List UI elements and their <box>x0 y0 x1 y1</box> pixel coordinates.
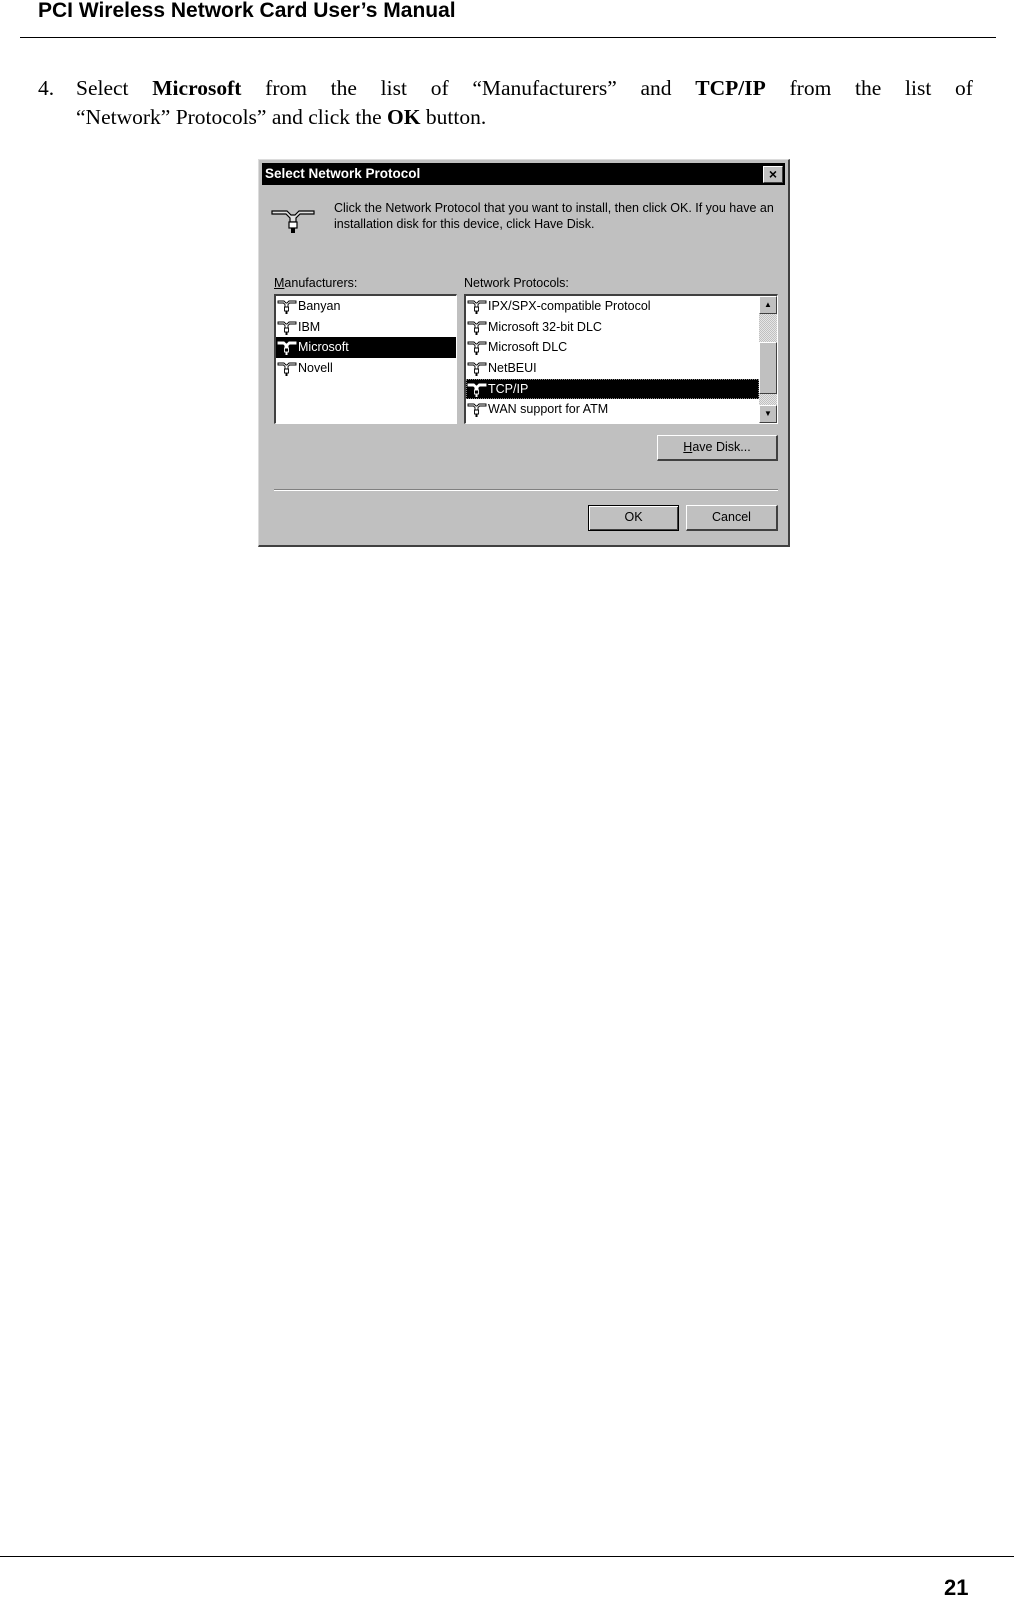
page-number: 21 <box>944 1575 969 1600</box>
list-item-label: IPX/SPX-compatible Protocol <box>488 299 651 313</box>
label-text: anufacturers: <box>284 276 358 290</box>
scroll-down-button[interactable]: ▼ <box>759 405 777 423</box>
list-item[interactable]: Microsoft 32-bit DLC <box>466 317 759 338</box>
button-label: ave Disk... <box>692 440 751 454</box>
scroll-up-button[interactable]: ▲ <box>759 296 777 314</box>
arrow-down-icon: ▼ <box>764 409 772 418</box>
list-item[interactable]: Novell <box>276 358 456 379</box>
close-button[interactable]: × <box>763 166 783 183</box>
network-protocols-label: Network Protocols: <box>464 276 569 290</box>
step-emphasis-microsoft: Microsoft <box>152 76 242 100</box>
network-protocols-list[interactable]: IPX/SPX-compatible Protocol Microsoft 32-… <box>464 294 778 424</box>
step-line-1: Select Microsoft from the list of “Manuf… <box>76 74 973 103</box>
instruction-step: 4. Select Microsoft from the list of “Ma… <box>38 74 973 132</box>
step-emphasis-ok: OK <box>387 105 421 129</box>
network-protocol-icon <box>467 341 487 356</box>
step-emphasis-tcpip: TCP/IP <box>695 76 766 100</box>
network-protocol-icon <box>271 210 315 233</box>
list-item-label: Microsoft <box>298 340 349 355</box>
list-item-label: Microsoft 32-bit DLC <box>488 319 602 334</box>
footer-divider <box>0 1556 1014 1557</box>
list-item-label: Banyan <box>298 299 341 313</box>
arrow-up-icon: ▲ <box>764 300 772 309</box>
list-item-label: IBM <box>298 319 321 334</box>
manufacturers-label: Manufacturers: <box>274 276 357 290</box>
step-number: 4. <box>38 76 55 100</box>
dialog-title: Select Network Protocol <box>265 166 421 181</box>
dialog-separator <box>274 489 778 491</box>
network-protocol-icon <box>467 321 487 335</box>
network-protocol-icon <box>277 341 297 356</box>
step-text-part: from the list of <box>765 76 973 100</box>
step-text-part: button. <box>420 105 487 129</box>
step-text-part: Select <box>76 76 153 100</box>
have-disk-button[interactable]: Have Disk... <box>657 435 778 461</box>
cancel-button[interactable]: Cancel <box>686 505 778 531</box>
list-item-label: NetBEUI <box>488 361 537 376</box>
list-item-label: Novell <box>298 361 333 376</box>
accelerator-key: M <box>274 276 285 290</box>
list-item[interactable]: Banyan <box>276 296 456 317</box>
list-item[interactable]: IBM <box>276 317 456 338</box>
list-item-label: TCP/IP <box>488 381 529 396</box>
list-item[interactable]: IPX/SPX-compatible Protocol <box>466 296 759 317</box>
list-item-label: WAN support for ATM <box>488 402 609 417</box>
close-icon: × <box>768 166 778 182</box>
network-protocol-icon <box>467 362 487 377</box>
scroll-thumb[interactable] <box>759 342 777 394</box>
list-item[interactable]: Microsoft DLC <box>466 337 759 358</box>
list-item[interactable]: Microsoft <box>276 337 456 359</box>
network-protocol-icon <box>467 383 487 397</box>
network-protocol-icon <box>277 300 297 314</box>
step-text-part: “Network” Protocols” and click the <box>76 105 388 129</box>
list-item[interactable]: WAN support for ATM <box>466 399 759 420</box>
step-text: Select Microsoft from the list of “Manuf… <box>76 74 973 132</box>
step-text-part: from the list of “Manufacturers” and <box>241 76 696 100</box>
dialog-titlebar[interactable]: Select Network Protocol × <box>262 163 785 185</box>
protocols-scrollbar[interactable]: ▲ ▼ <box>759 296 777 423</box>
manufacturers-list[interactable]: Banyan IBM Microsoft Novell <box>274 294 457 424</box>
network-protocol-icon <box>277 321 297 335</box>
accelerator-key: H <box>683 440 693 454</box>
header-divider <box>20 37 996 38</box>
document-header-title: PCI Wireless Network Card User’s Manual <box>38 0 456 22</box>
network-protocol-icon <box>467 403 487 418</box>
select-network-protocol-dialog: Select Network Protocol × Click the Netw… <box>258 159 790 547</box>
ok-button[interactable]: OK <box>588 505 679 531</box>
list-item-label: Microsoft DLC <box>488 340 568 355</box>
dialog-description: Click the Network Protocol that you want… <box>334 201 774 231</box>
network-protocol-icon <box>467 300 487 314</box>
list-item[interactable]: TCP/IP <box>466 378 759 400</box>
network-protocol-icon <box>277 362 297 377</box>
step-line-2: “Network” Protocols” and click the OK bu… <box>76 105 486 129</box>
list-item[interactable]: NetBEUI <box>466 358 759 379</box>
